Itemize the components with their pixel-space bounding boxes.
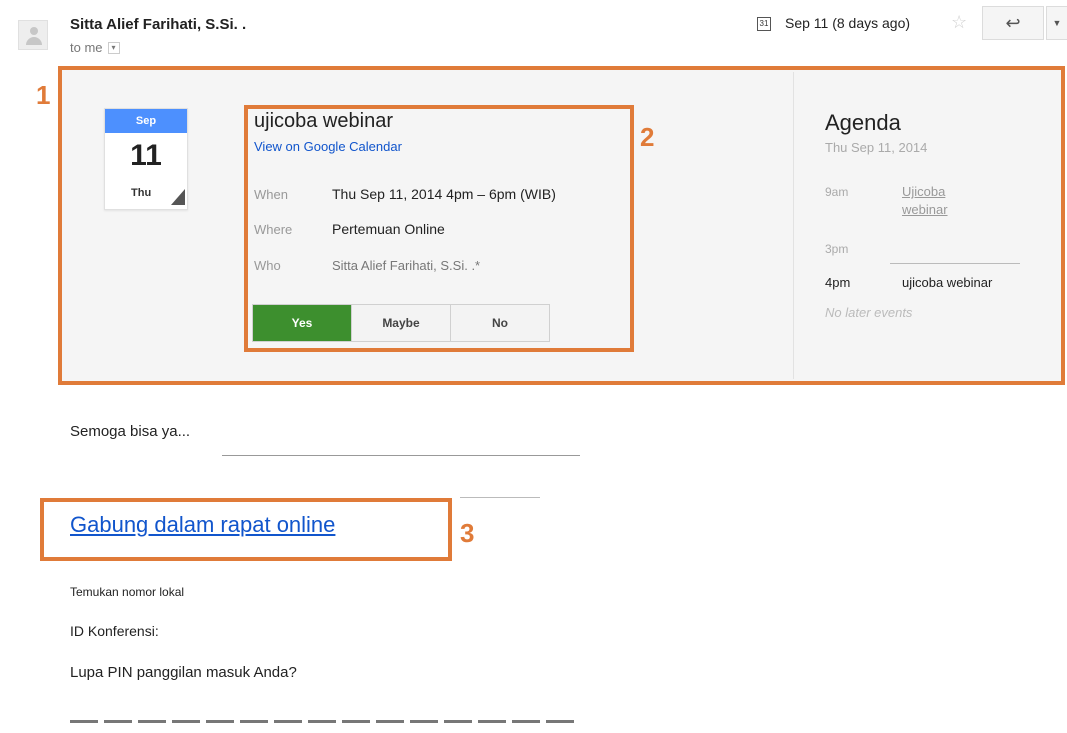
cut-off-text-line <box>70 718 580 724</box>
find-local-number-text: Temukan nomor lokal <box>70 585 185 599</box>
calendar-icon: 31 <box>757 17 771 31</box>
horizontal-rule <box>222 455 580 456</box>
email-date: Sep 11 (8 days ago) <box>785 15 911 31</box>
sender-avatar <box>18 20 48 50</box>
recipient-details-dropdown-icon[interactable]: ▾ <box>107 41 120 54</box>
join-meeting-link[interactable]: Gabung dalam rapat online <box>70 512 335 538</box>
more-actions-button[interactable]: ▼ <box>1046 6 1067 40</box>
sender-name[interactable]: Sitta Alief Farihati, S.Si. . <box>70 16 246 33</box>
reply-button[interactable]: ↩ <box>982 6 1044 40</box>
avatar-head-shape <box>30 27 38 35</box>
reply-icon: ↩ <box>1005 13 1021 33</box>
message-greeting: Semoga bisa ya... <box>70 423 191 440</box>
annotation-number-2: 2 <box>640 122 655 152</box>
annotation-number-3: 3 <box>460 518 475 548</box>
conference-id-label: ID Konferensi: <box>70 623 159 639</box>
chevron-down-icon: ▼ <box>1052 18 1062 28</box>
recipient-line: to me ▾ <box>70 40 120 55</box>
avatar-body-shape <box>26 37 42 45</box>
forgot-pin-text: Lupa PIN panggilan masuk Anda? <box>70 664 297 681</box>
star-icon[interactable]: ☆ <box>951 12 967 33</box>
annotation-box-2 <box>244 105 634 352</box>
annotation-number-1: 1 <box>36 80 51 110</box>
recipient-label: to me <box>70 40 103 55</box>
horizontal-rule <box>460 497 540 498</box>
